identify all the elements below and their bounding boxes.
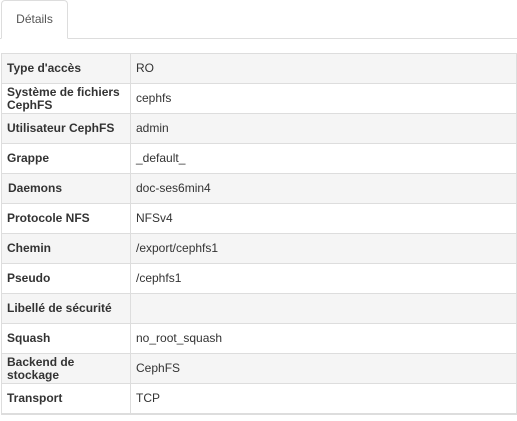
row-label-daemons: Daemons: [1, 173, 131, 204]
row-label-pseudo: Pseudo: [1, 263, 131, 294]
table-row: Chemin /export/cephfs1: [1, 233, 517, 264]
row-value-pseudo: /cephfs1: [130, 263, 517, 294]
row-label-transport: Transport: [1, 383, 131, 414]
row-label-nfs-protocol: Protocole NFS: [1, 203, 131, 234]
table-row: Transport TCP: [1, 383, 517, 414]
tab-bar: Détails: [0, 0, 517, 39]
table-row: Type d'accès RO: [1, 53, 517, 84]
row-label-storage-backend: Backend de stockage: [1, 353, 131, 384]
table-row: Backend de stockage CephFS: [1, 353, 517, 384]
row-value-daemons: doc-ses6min4: [130, 173, 517, 204]
row-label-cluster: Grappe: [1, 143, 131, 174]
row-label-access-type: Type d'accès: [1, 53, 131, 84]
row-value-cluster: _default_: [130, 143, 517, 174]
row-label-cephfs-filesystem: Système de fichiers CephFS: [1, 83, 131, 114]
row-label-security-label: Libellé de sécurité: [1, 293, 131, 324]
table-row: Squash no_root_squash: [1, 323, 517, 354]
table-row: Libellé de sécurité: [1, 293, 517, 324]
row-value-nfs-protocol: NFSv4: [130, 203, 517, 234]
details-table: Type d'accès RO Système de fichiers Ceph…: [1, 53, 517, 414]
row-value-cephfs-user: admin: [130, 113, 517, 144]
row-value-cephfs-filesystem: cephfs: [130, 83, 517, 114]
row-value-storage-backend: CephFS: [130, 353, 517, 384]
row-value-squash: no_root_squash: [130, 323, 517, 354]
table-row: Système de fichiers CephFS cephfs: [1, 83, 517, 114]
table-row: Pseudo /cephfs1: [1, 263, 517, 294]
table-row: Protocole NFS NFSv4: [1, 203, 517, 234]
table-row: Utilisateur CephFS admin: [1, 113, 517, 144]
table-row: Grappe _default_: [1, 143, 517, 174]
row-value-transport: TCP: [130, 383, 517, 414]
table-footer-divider: [1, 414, 517, 421]
row-value-security-label: [130, 293, 517, 324]
row-label-cephfs-user: Utilisateur CephFS: [1, 113, 131, 144]
table-row: Daemons doc-ses6min4: [1, 173, 517, 204]
row-value-access-type: RO: [130, 53, 517, 84]
row-label-path: Chemin: [1, 233, 131, 264]
row-label-squash: Squash: [1, 323, 131, 354]
row-value-path: /export/cephfs1: [130, 233, 517, 264]
tab-details[interactable]: Détails: [1, 0, 68, 39]
